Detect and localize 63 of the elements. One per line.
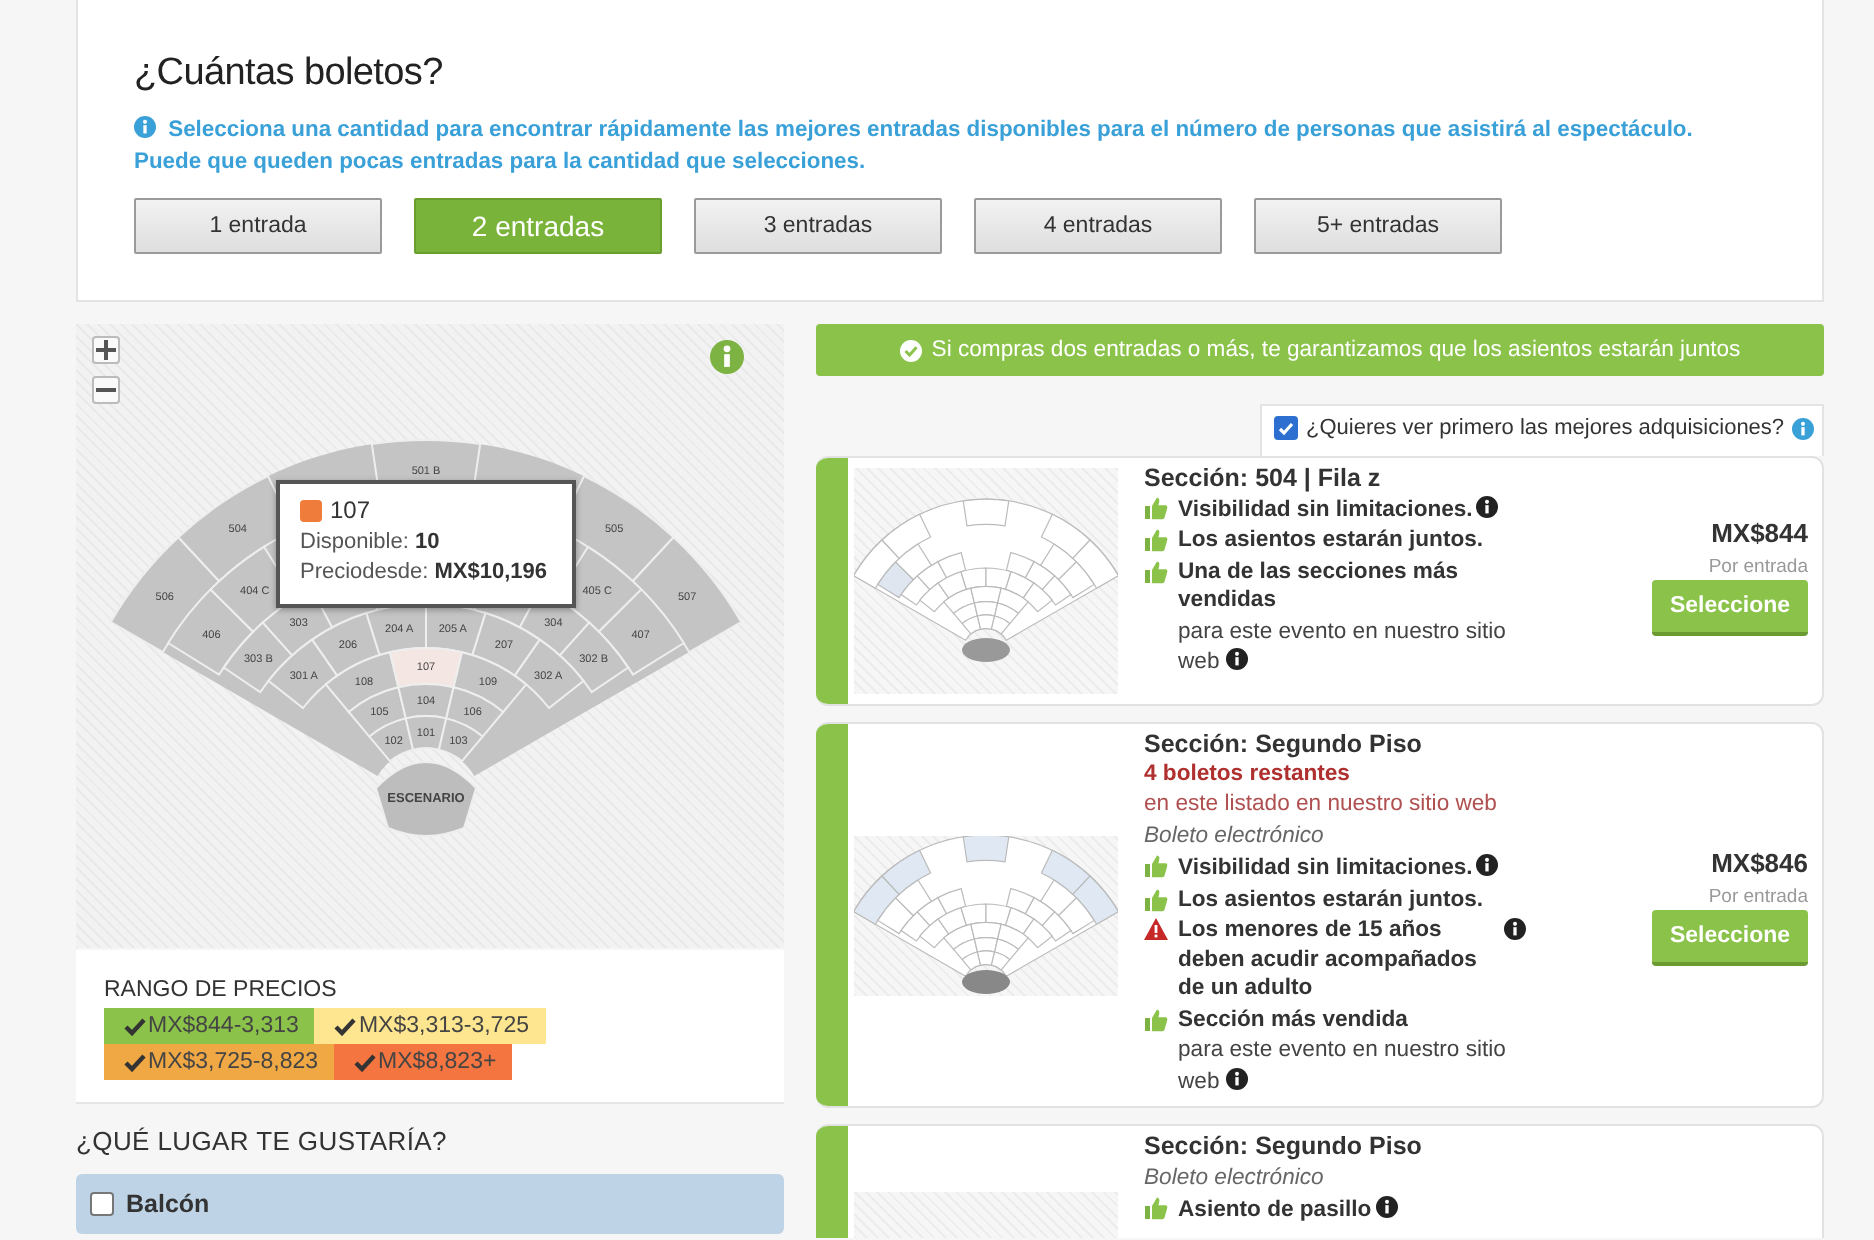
quantity-option[interactable]: 4 entradas — [974, 198, 1222, 254]
quantity-option[interactable]: 1 entrada — [134, 198, 382, 254]
section-number: 107 — [330, 496, 371, 527]
warning-text: Los menores de 15 años deben acudir acompañados de un adulto — [1178, 916, 1478, 1003]
check-icon — [1278, 421, 1294, 435]
warning-icon — [1144, 918, 1168, 940]
remaining-text: 4 boletos restantes — [1144, 759, 1352, 788]
price-range-tag[interactable]: MX$3,313-3,725 — [314, 1008, 545, 1044]
info-icon[interactable] — [710, 340, 744, 374]
remaining-note: en este listado en nuestro sitio web — [1144, 790, 1499, 819]
thumbs-up-icon — [1144, 495, 1168, 519]
feature-note: para este evento en nuestro sitio web — [1178, 1036, 1508, 1096]
feature-text: Asiento de pasillo — [1178, 1198, 1398, 1222]
seat-section[interactable] — [438, 717, 484, 763]
price-note: Por entrada — [1708, 886, 1808, 908]
seat-section[interactable] — [445, 686, 505, 738]
card-accent-bar — [816, 1126, 848, 1238]
check-icon — [124, 1053, 146, 1071]
stage-shape — [375, 761, 477, 837]
section-title: Sección: Segundo Piso — [1144, 730, 1424, 759]
feature-text: Los asientos estarán juntos. — [1178, 887, 1484, 911]
info-icon — [1792, 417, 1815, 439]
check-circle-icon — [899, 339, 922, 361]
thumbs-up-icon — [1144, 559, 1168, 583]
feature-text: Sección más vendida — [1178, 1007, 1408, 1031]
price-text: Preciodesde: MX$10,196 — [300, 558, 548, 588]
price-range-tag[interactable]: MX$3,725-8,823 — [104, 1044, 335, 1080]
price-range-tag[interactable]: MX$844-3,313 — [104, 1008, 315, 1044]
thumbs-up-icon — [1144, 528, 1168, 552]
plus-icon — [96, 340, 116, 360]
guarantee-text: Si compras dos entradas o más, te garantizamos que los asientos estarán juntos — [931, 338, 1741, 362]
section-title: Sección: 504 | Fila z — [1144, 464, 1383, 493]
thumbs-up-icon — [1144, 1196, 1168, 1220]
price-note: Por entrada — [1708, 556, 1808, 578]
feature-text: Una de las secciones más vendidas — [1178, 559, 1459, 612]
check-icon — [334, 1017, 357, 1035]
price: MX$844 — [1711, 518, 1808, 548]
zoom-out-button[interactable] — [92, 376, 120, 404]
feature-note: para este evento en nuestro sitio web — [1178, 617, 1508, 677]
check-icon — [124, 1017, 146, 1035]
zoom-in-button[interactable] — [92, 336, 120, 364]
filter-option[interactable]: Balcón — [76, 1174, 784, 1234]
section-heading: RANGO DE PRECIOS — [104, 978, 339, 1002]
thumbs-up-icon — [1144, 887, 1168, 911]
check-icon — [354, 1053, 377, 1071]
price: MX$846 — [1711, 848, 1808, 878]
checkbox[interactable] — [1274, 416, 1298, 440]
thumbs-up-icon — [1144, 1007, 1168, 1031]
section-heading: ¿Cuántas boletos? — [134, 52, 445, 96]
availability-text: Disponible: 10 — [300, 527, 440, 557]
section-heading: ¿QUÉ LUGAR TE GUSTARÍA? — [76, 1126, 449, 1156]
quantity-option[interactable]: 5+ entradas — [1254, 198, 1502, 254]
feature-text: Visibilidad sin limitaciones. — [1178, 856, 1499, 880]
feature-text: Visibilidad sin limitaciones. — [1178, 497, 1499, 521]
delivery-type: Boleto electrónico — [1144, 821, 1326, 850]
info-icon — [134, 116, 156, 138]
thumbs-up-icon — [1144, 854, 1168, 878]
delivery-type: Boleto electrónico — [1144, 1163, 1326, 1192]
info-text: Selecciona una cantidad para encontrar rápidamente las mejores entradas disponibles para el número de personas que asistirá al espectáculo. Puede que queden pocas entradas para la cantidad que selecciones. — [134, 116, 1695, 177]
feature-text: Los asientos estarán juntos. — [1178, 528, 1484, 552]
section-title: Sección: Segundo Piso — [1144, 1132, 1424, 1161]
quantity-option[interactable]: 3 entradas — [694, 198, 942, 254]
checkbox[interactable] — [90, 1192, 114, 1216]
